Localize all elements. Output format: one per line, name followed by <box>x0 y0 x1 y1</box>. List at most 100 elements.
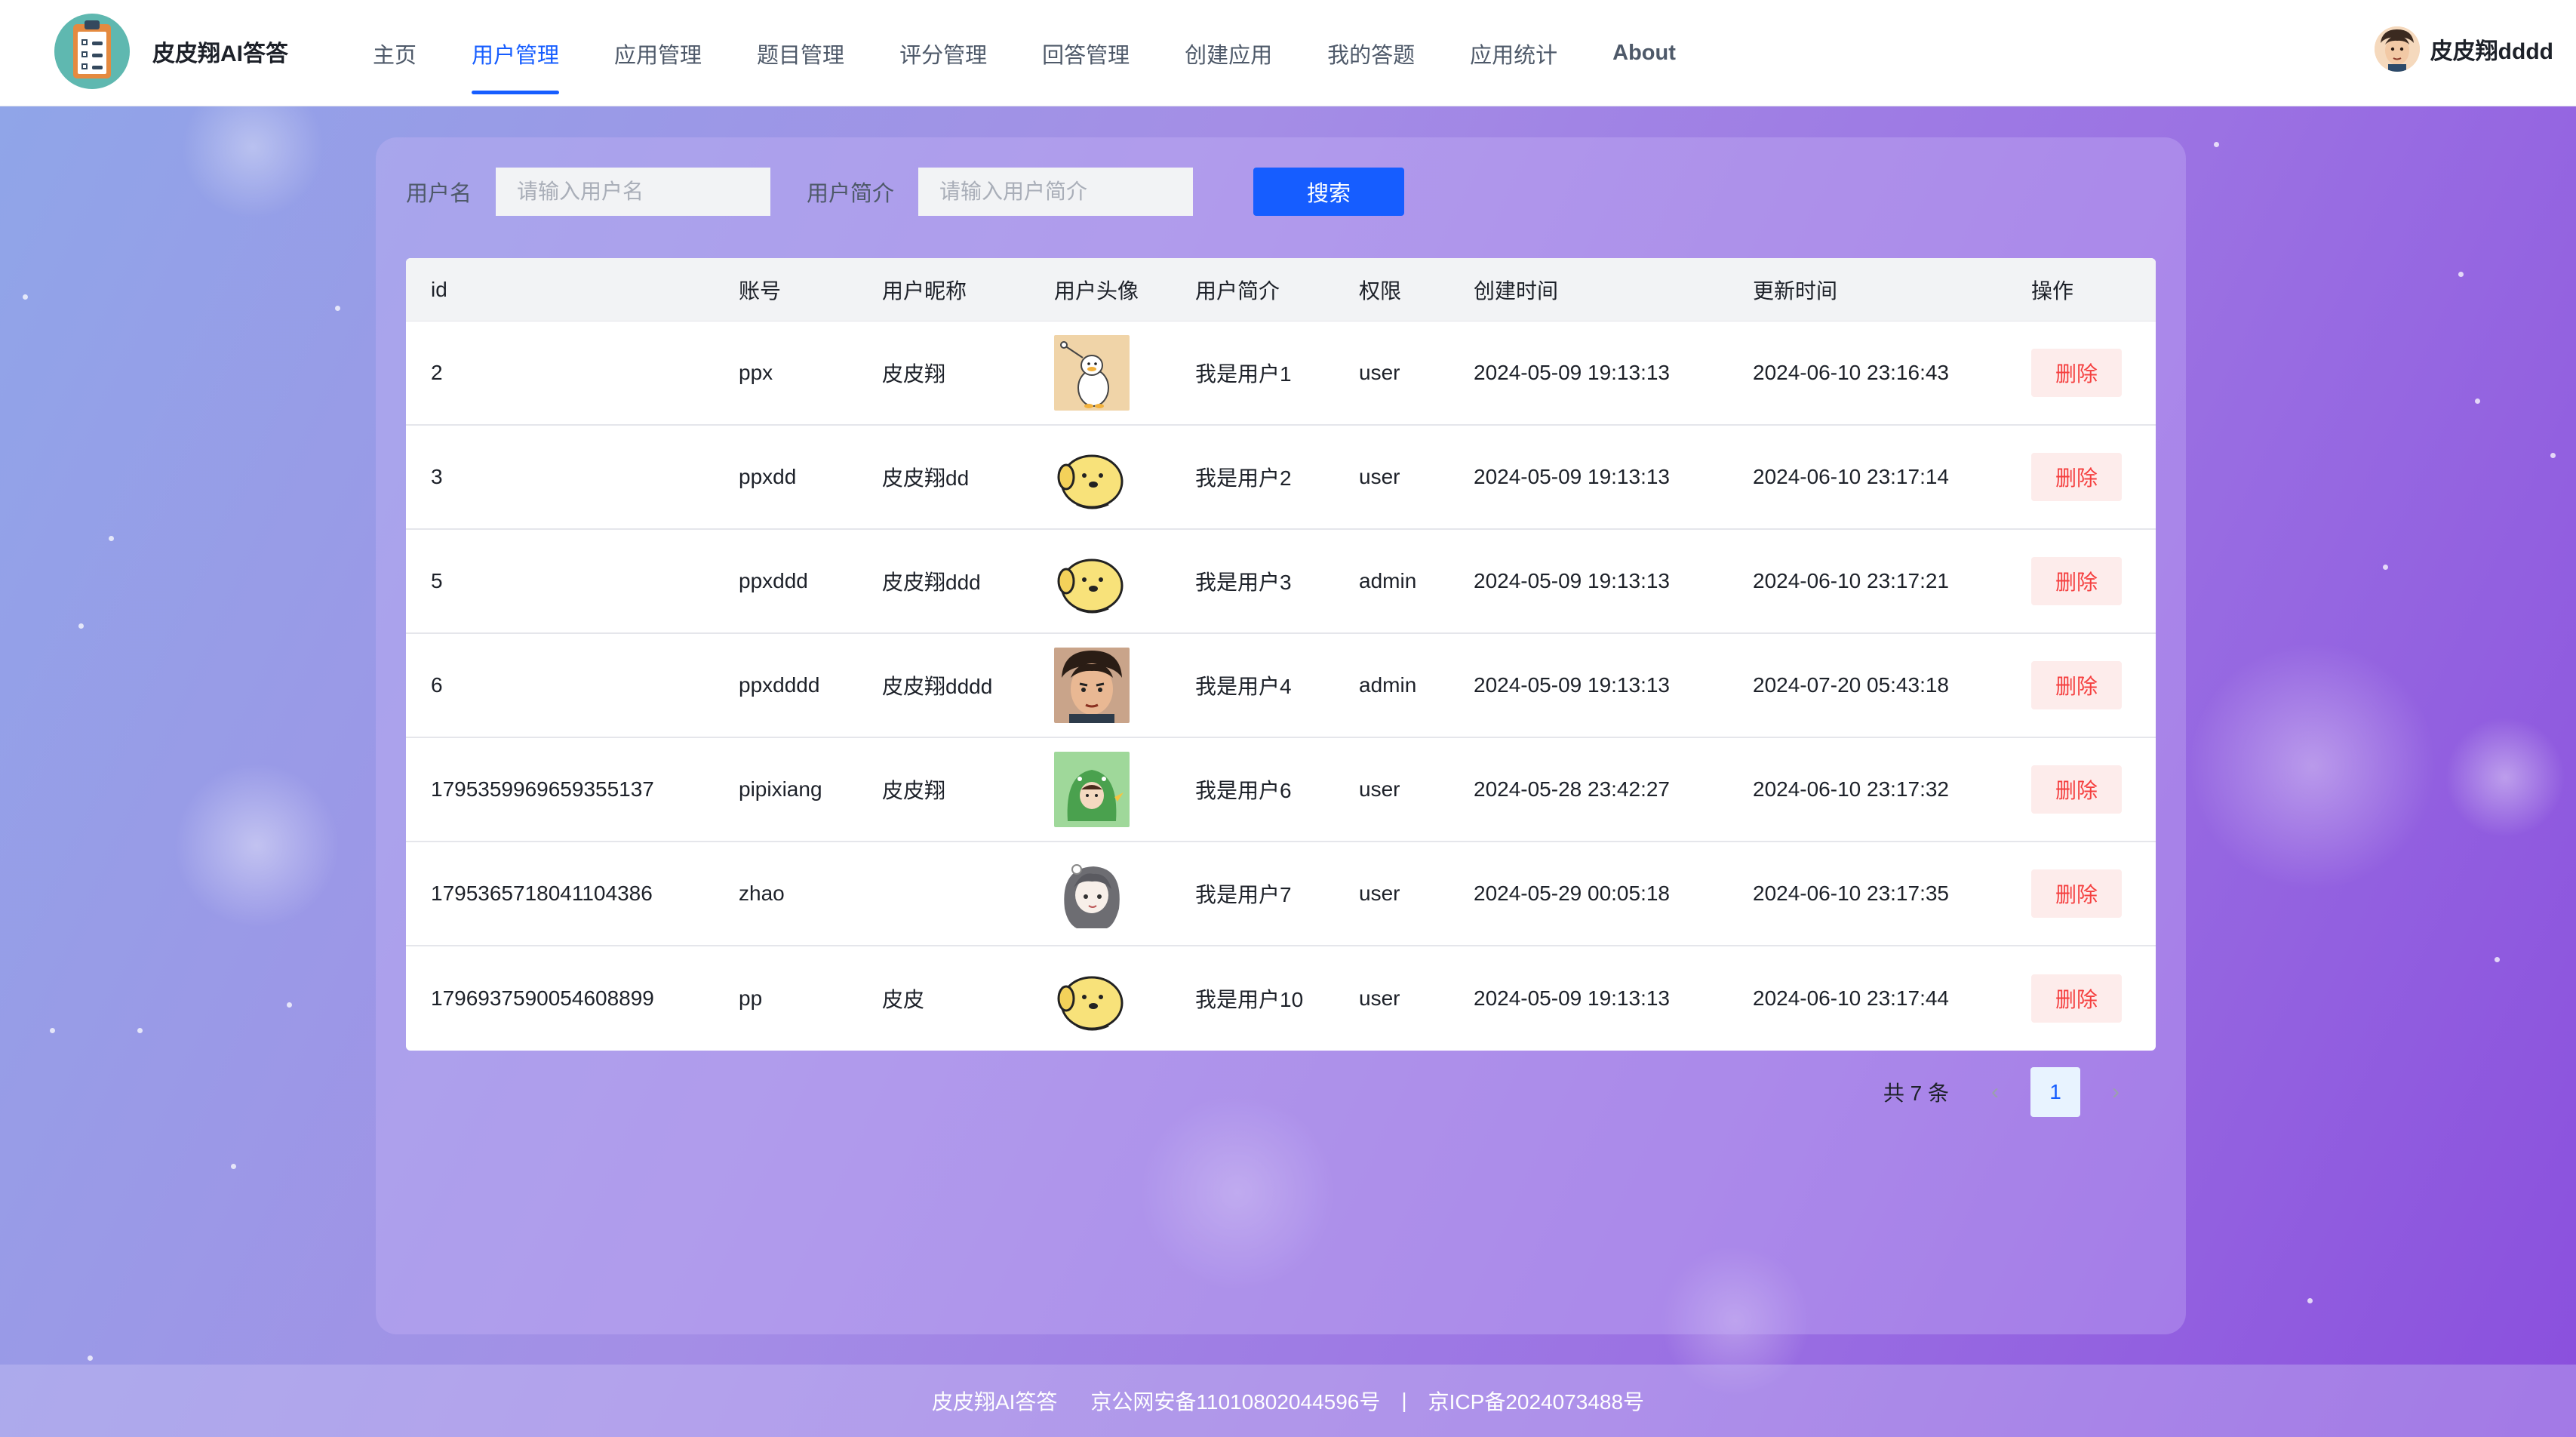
background-star <box>2475 398 2480 404</box>
nav-item-about[interactable]: About <box>1612 0 1676 106</box>
background-star <box>137 1028 143 1033</box>
background-star <box>231 1164 236 1169</box>
nav-item-my-answers[interactable]: 我的答题 <box>1327 0 1415 106</box>
table-row: 3 ppxdd 皮皮翔dd 我是用户2 user 2024-05-09 19:1… <box>406 426 2156 530</box>
column-header-avatar: 用户头像 <box>1054 278 1139 303</box>
user-name[interactable]: 皮皮翔dddd <box>2430 32 2553 66</box>
nav-item-app-statistics[interactable]: 应用统计 <box>1470 0 1557 106</box>
cell-id: 3 <box>431 465 443 488</box>
delete-button[interactable]: 删除 <box>2031 661 2122 709</box>
nav-item-answer-management[interactable]: 回答管理 <box>1042 0 1130 106</box>
table-row: 1796937590054608899 pp 皮皮 我是用户10 user 20… <box>406 946 2156 1051</box>
duck-avatar <box>1054 335 1130 411</box>
cell-nickname: 皮皮 <box>882 988 925 1011</box>
nav-item-app-management[interactable]: 应用管理 <box>614 0 702 106</box>
avatar[interactable] <box>2374 26 2420 72</box>
cell-id: 1795359969659355137 <box>431 777 654 801</box>
dog-avatar <box>1054 961 1130 1036</box>
search-form: 用户名 用户简介 搜索 <box>406 168 1405 216</box>
pagination-total: 共 7 条 <box>1883 1082 1949 1105</box>
background-star <box>78 623 84 629</box>
cell-created: 2024-05-29 00:05:18 <box>1474 882 1670 905</box>
search-button[interactable]: 搜索 <box>1253 168 1405 216</box>
cell-profile: 我是用户10 <box>1195 988 1304 1011</box>
table-row: 1795365718041104386 zhao 我是用户7 user 2024… <box>406 842 2156 946</box>
cell-profile: 我是用户7 <box>1195 883 1292 906</box>
background-star <box>335 306 340 311</box>
cell-profile: 我是用户2 <box>1195 466 1292 490</box>
footer-separator: | <box>1401 1389 1407 1412</box>
cell-created: 2024-05-09 19:13:13 <box>1474 465 1670 488</box>
cell-account: ppxdddd <box>739 673 820 697</box>
chevron-left-icon[interactable]: ‹ <box>1970 1079 2020 1105</box>
cell-profile: 我是用户1 <box>1195 362 1292 386</box>
footer-icp-record[interactable]: 京ICP备2024073488号 <box>1428 1386 1644 1416</box>
girl-avatar <box>1054 856 1130 931</box>
profile-search-input[interactable] <box>918 168 1194 216</box>
dog-avatar <box>1054 543 1130 619</box>
column-header-role: 权限 <box>1359 278 1402 303</box>
nav-item-home[interactable]: 主页 <box>373 0 417 106</box>
cell-avatar <box>1029 856 1170 931</box>
footer-police-record[interactable]: 京公网安备11010802044596号 <box>1090 1386 1380 1416</box>
cell-created: 2024-05-09 19:13:13 <box>1474 569 1670 592</box>
cell-created: 2024-05-09 19:13:13 <box>1474 986 1670 1010</box>
table-row: 1795359969659355137 pipixiang 皮皮翔 我是用户6 … <box>406 738 2156 842</box>
man-avatar <box>1054 648 1130 723</box>
delete-button[interactable]: 删除 <box>2031 349 2122 397</box>
cell-actions: 删除 <box>2006 661 2156 709</box>
cell-role: admin <box>1359 673 1417 697</box>
background-star <box>2495 957 2500 962</box>
pagination: 共 7 条 ‹ 1 › <box>1883 1067 2141 1117</box>
dog-avatar <box>1054 439 1130 515</box>
table-header: id 账号 用户昵称 用户头像 用户简介 权限 创建时间 更新时间 操作 <box>406 258 2156 322</box>
cell-role: admin <box>1359 569 1417 592</box>
delete-button[interactable]: 删除 <box>2031 869 2122 918</box>
cell-avatar <box>1029 335 1170 411</box>
user-menu[interactable]: 皮皮翔dddd <box>2374 21 2553 77</box>
background-star <box>287 1002 292 1008</box>
cell-created: 2024-05-09 19:13:13 <box>1474 673 1670 697</box>
cell-avatar <box>1029 543 1170 619</box>
cell-actions: 删除 <box>2006 557 2156 605</box>
cell-nickname: 皮皮翔dddd <box>882 675 993 698</box>
nav-item-question-management[interactable]: 题目管理 <box>757 0 844 106</box>
background-bokeh <box>2188 642 2437 891</box>
main-card: 用户名 用户简介 搜索 id 账号 用户昵称 用户头像 用户简介 权限 创建时间… <box>376 137 2186 1334</box>
background-star <box>2383 565 2388 570</box>
cell-nickname: 皮皮翔 <box>882 779 946 802</box>
background-bokeh <box>2445 717 2565 838</box>
cell-created: 2024-05-09 19:13:13 <box>1474 361 1670 384</box>
nav-item-user-management[interactable]: 用户管理 <box>472 0 560 106</box>
background-star <box>2550 453 2556 458</box>
cell-updated: 2024-06-10 23:17:14 <box>1753 465 1949 488</box>
page-number-button[interactable]: 1 <box>2030 1067 2080 1117</box>
cell-actions: 删除 <box>2006 765 2156 814</box>
background-star <box>2458 272 2464 277</box>
username-search-input[interactable] <box>496 168 771 216</box>
cell-role: user <box>1359 465 1400 488</box>
column-header-account: 账号 <box>739 278 782 303</box>
cell-account: pipixiang <box>739 777 822 801</box>
chevron-right-icon[interactable]: › <box>2091 1079 2141 1105</box>
cell-updated: 2024-07-20 05:43:18 <box>1753 673 1949 697</box>
delete-button[interactable]: 删除 <box>2031 765 2122 814</box>
delete-button[interactable]: 删除 <box>2031 557 2122 605</box>
cell-id: 2 <box>431 361 443 384</box>
cell-updated: 2024-06-10 23:17:32 <box>1753 777 1949 801</box>
background-star <box>2214 142 2219 147</box>
column-header-actions: 操作 <box>2031 278 2074 303</box>
cell-actions: 删除 <box>2006 869 2156 918</box>
nav-item-create-app[interactable]: 创建应用 <box>1185 0 1272 106</box>
nav-item-scoring-management[interactable]: 评分管理 <box>899 0 987 106</box>
delete-button[interactable]: 删除 <box>2031 974 2122 1023</box>
cell-actions: 删除 <box>2006 453 2156 501</box>
column-header-created: 创建时间 <box>1474 278 1559 303</box>
cell-updated: 2024-06-10 23:17:35 <box>1753 882 1949 905</box>
column-header-id: id <box>431 277 447 301</box>
cell-profile: 我是用户6 <box>1195 779 1292 802</box>
clipboard-logo-icon[interactable] <box>54 14 130 89</box>
delete-button[interactable]: 删除 <box>2031 453 2122 501</box>
brand-title[interactable]: 皮皮翔AI答答 <box>152 35 288 68</box>
cell-actions: 删除 <box>2006 974 2156 1023</box>
